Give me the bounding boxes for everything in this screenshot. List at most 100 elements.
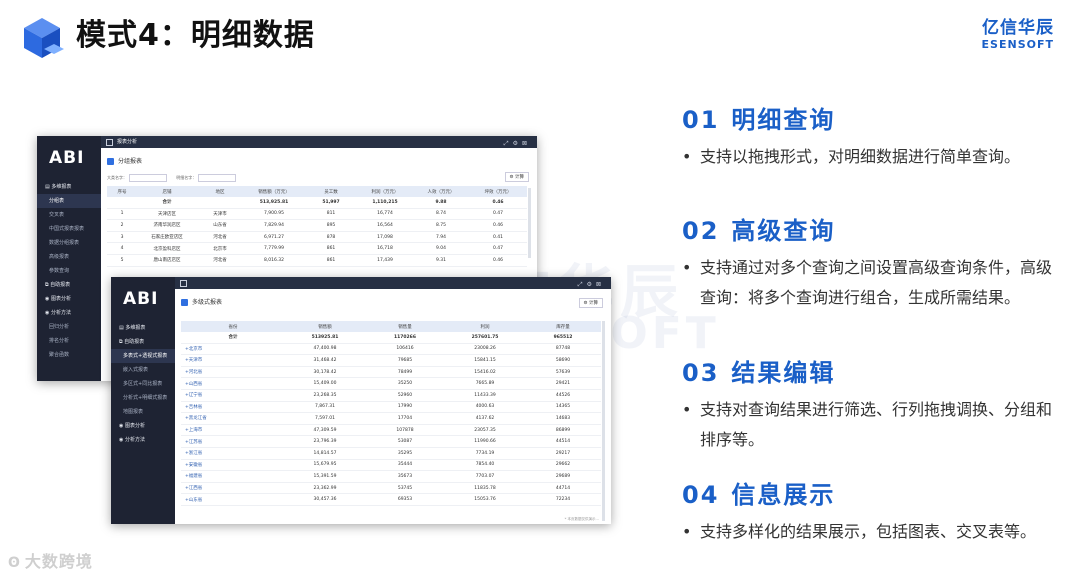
expand-province-cell[interactable]: +天津市: [181, 354, 285, 367]
sidebar-item[interactable]: 嵌入式报表: [111, 363, 175, 377]
menu-icon[interactable]: [180, 280, 187, 287]
sidebar-item[interactable]: ◉ 分析方法: [37, 306, 101, 320]
table-row[interactable]: +河北省 30,178.42 78499 15416.02 57639: [181, 366, 601, 379]
sidebar-item[interactable]: ◉ 图表分析: [111, 419, 175, 433]
column-header[interactable]: 销售量: [365, 321, 445, 332]
sidebar-item[interactable]: ◉ 分析方法: [111, 433, 175, 447]
expand-province-cell[interactable]: +辽宁省: [181, 389, 285, 402]
expand-province-cell[interactable]: +河北省: [181, 366, 285, 379]
table-cell: 7,597.01: [285, 412, 365, 425]
table-row[interactable]: +北京市 47,400.98 106416 23008.26 87748: [181, 343, 601, 356]
column-header[interactable]: 销售额: [285, 321, 365, 332]
sidebar-item[interactable]: 回归分析: [37, 320, 101, 334]
table-cell: 14,814.57: [285, 447, 365, 460]
column-header[interactable]: 地区: [197, 186, 243, 197]
topbar: 报表分析 ⤢⚙⊠: [101, 136, 537, 148]
table-cell: 35673: [365, 470, 445, 483]
sidebar-item[interactable]: ▤ 多维报表: [37, 180, 101, 194]
table-cell: 17,439: [357, 254, 413, 267]
expand-province-cell[interactable]: +江西省: [181, 482, 285, 495]
table-cell: 513925.81: [285, 332, 365, 344]
feature-description: • 支持以拖拽形式，对明细数据进行简单查询。: [682, 147, 1021, 166]
table-row[interactable]: +浙江省 14,814.57 35295 7734.19 29217: [181, 447, 601, 460]
sidebar-item[interactable]: ◉ 图表分析: [37, 292, 101, 306]
detail-filter-input[interactable]: [198, 174, 237, 182]
column-header[interactable]: 坪效（万元）: [469, 186, 527, 197]
expand-province-cell[interactable]: +江苏省: [181, 435, 285, 448]
sidebar-item[interactable]: ⧉ 自助报表: [37, 278, 101, 292]
table-row[interactable]: 1 天津店区 天津市 7,900.95 811 16,774 8.74 0.47: [107, 208, 527, 221]
column-header[interactable]: 省份: [181, 321, 285, 332]
sidebar-item[interactable]: 高级报表: [37, 250, 101, 264]
column-header[interactable]: 员工数: [305, 186, 357, 197]
table-row[interactable]: +江西省 23,362.99 53745 11835.78 44714: [181, 482, 601, 495]
brand-name-en: ESENSOFT: [981, 38, 1054, 51]
table-row[interactable]: +山东省 30,457.36 69353 15053.76 72234: [181, 493, 601, 506]
scrollbar[interactable]: [602, 321, 605, 521]
expand-province-cell[interactable]: +北京市: [181, 343, 285, 356]
sidebar-item[interactable]: 地图报表: [111, 405, 175, 419]
menu-icon[interactable]: [106, 139, 113, 146]
expand-province-cell[interactable]: +吉林省: [181, 401, 285, 414]
table-row[interactable]: +山西省 15,409.00 35250 7665.89 29421: [181, 377, 601, 390]
table-row[interactable]: +江苏省 23,796.39 53087 11990.66 44514: [181, 435, 601, 448]
table-row[interactable]: 3 石家庄欧亚店区 河北省 6,971.27 878 17,098 7.94 0.41: [107, 231, 527, 244]
table-row[interactable]: +福建省 15,391.59 35673 7703.07 29689: [181, 470, 601, 483]
table-row[interactable]: 2 济南华润店区 山东省 7,829.94 895 16,564 8.75 0.46: [107, 219, 527, 232]
sidebar-item[interactable]: 数据分组报表: [37, 236, 101, 250]
category-filter-input[interactable]: [129, 174, 167, 182]
expand-province-cell[interactable]: +黑龙江省: [181, 412, 285, 425]
feature-description: • 支持多样化的结果展示，包括图表、交叉表等。: [682, 522, 1037, 541]
table-cell: 87748: [525, 343, 601, 356]
sidebar-item[interactable]: 分组表: [37, 194, 101, 208]
sidebar-item[interactable]: ▤ 多维报表: [111, 321, 175, 335]
expand-province-cell[interactable]: +山东省: [181, 493, 285, 506]
column-header[interactable]: 利润: [445, 321, 525, 332]
table-cell: 878: [305, 231, 357, 244]
table-cell: 河北省: [197, 231, 243, 244]
column-header[interactable]: 库存量: [525, 321, 601, 332]
column-header[interactable]: 人效（万元）: [413, 186, 469, 197]
table-cell: 29689: [525, 470, 601, 483]
scrollbar[interactable]: [528, 188, 531, 258]
table-row[interactable]: +天津市 31,468.42 79685 15841.15 58690: [181, 354, 601, 367]
table-row[interactable]: +上海市 47,309.59 107878 23057.35 86899: [181, 424, 601, 437]
table-cell: 47,400.98: [285, 343, 365, 356]
expand-province-cell[interactable]: +山西省: [181, 377, 285, 390]
column-header[interactable]: 销售额（万元）: [243, 186, 305, 197]
sidebar-item[interactable]: 参数查询: [37, 264, 101, 278]
sidebar-item[interactable]: 交叉表: [37, 208, 101, 222]
table-cell: 29662: [525, 459, 601, 472]
province-table: 省份 销售额 销售量 利润 库存量 合计 513925.81 1170266 257601.7…: [181, 321, 601, 506]
calculate-button[interactable]: ⚙ 计算: [578, 298, 603, 308]
expand-province-cell[interactable]: +安徽省: [181, 459, 285, 472]
sidebar-item[interactable]: 中国式报表报表: [37, 222, 101, 236]
table-cell: 7,829.94: [243, 219, 305, 232]
calculate-button[interactable]: ⚙ 计算: [504, 172, 529, 182]
table-row[interactable]: +黑龙江省 7,597.01 17704 4137.62 14683: [181, 412, 601, 425]
sidebar-item[interactable]: 分析式+明细式报表: [111, 391, 175, 405]
table-row[interactable]: +吉林省 7,867.31 17990 4000.63 14365: [181, 401, 601, 414]
column-header[interactable]: 利润（万元）: [357, 186, 413, 197]
expand-province-cell[interactable]: +上海市: [181, 424, 285, 437]
column-header[interactable]: 序号: [107, 186, 137, 197]
expand-province-cell[interactable]: +福建省: [181, 470, 285, 483]
sidebar-item[interactable]: 聚合函数: [37, 348, 101, 362]
table-cell: 北京市: [197, 242, 243, 255]
table-cell: 7854.40: [445, 459, 525, 472]
table-cell: 合计: [181, 332, 285, 344]
table-cell: 257601.75: [445, 332, 525, 344]
table-cell: 5: [107, 254, 137, 267]
table-row[interactable]: 5 唐山南店店区 河北省 8,016.32 861 17,439 9.31 0.46: [107, 254, 527, 267]
table-row[interactable]: +辽宁省 23,268.35 52960 11433.39 44526: [181, 389, 601, 402]
table-cell: 17,098: [357, 231, 413, 244]
table-cell: 23057.35: [445, 424, 525, 437]
sidebar-item[interactable]: 多表式+透视式报表: [111, 349, 175, 363]
expand-province-cell[interactable]: +浙江省: [181, 447, 285, 460]
sidebar-item[interactable]: 多区式+同比报表: [111, 377, 175, 391]
table-row[interactable]: 4 北京盈科店区 北京市 7,779.99 861 16,718 9.04 0.47: [107, 242, 527, 255]
table-row[interactable]: +安徽省 15,679.95 35444 7854.40 29662: [181, 459, 601, 472]
column-header[interactable]: 店铺: [137, 186, 197, 197]
sidebar-item[interactable]: 排名分析: [37, 334, 101, 348]
sidebar-item[interactable]: ⧉ 自助报表: [111, 335, 175, 349]
